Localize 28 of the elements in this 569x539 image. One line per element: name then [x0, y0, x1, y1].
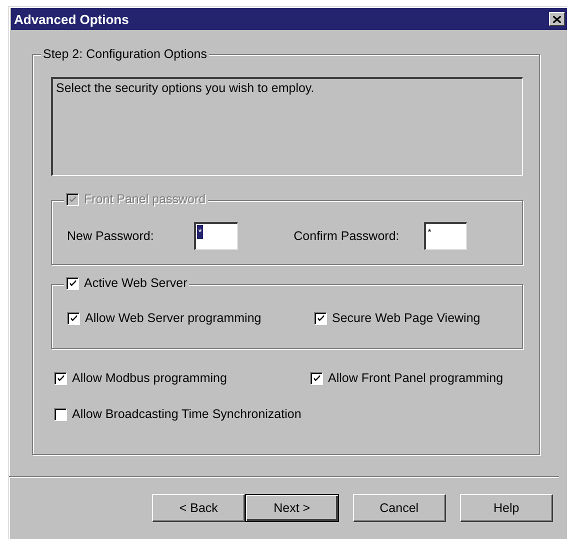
- checkbox[interactable]: [54, 408, 67, 420]
- checkbox[interactable]: [67, 312, 80, 324]
- dialog-button[interactable]: Next >: [245, 494, 338, 522]
- check-icon: [68, 195, 76, 203]
- close-button[interactable]: [549, 12, 565, 26]
- checkbox[interactable]: [54, 372, 67, 384]
- dialog-button[interactable]: Cancel: [352, 494, 446, 522]
- checkbox-label[interactable]: Allow Front Panel programming: [328, 370, 504, 386]
- checkbox-label[interactable]: Allow Broadcasting Time Synchronization: [72, 406, 302, 422]
- checkbox-label[interactable]: Secure Web Page Viewing: [332, 310, 480, 326]
- dialog-button[interactable]: < Back: [152, 494, 246, 522]
- group-title: Step 2: Configuration Options: [41, 46, 209, 62]
- field-label: Confirm Password:: [294, 229, 400, 243]
- checkbox-label[interactable]: Allow Web Server programming: [85, 310, 262, 326]
- window-title: Advanced Options: [14, 12, 129, 26]
- check-icon: [312, 374, 320, 382]
- check-icon: [70, 314, 78, 322]
- check-icon: [316, 314, 324, 322]
- dialog-button[interactable]: Help: [460, 494, 553, 522]
- field-label: New Password:: [67, 229, 155, 243]
- checkbox[interactable]: [66, 276, 79, 290]
- close-icon: [553, 16, 561, 22]
- check-icon: [56, 374, 64, 382]
- checkbox[interactable]: [310, 372, 323, 384]
- description-text: Select the security options you wish to employ.: [56, 81, 314, 95]
- checkbox[interactable]: [314, 312, 327, 324]
- checkbox-label[interactable]: Allow Modbus programming: [72, 370, 227, 386]
- check-icon: [68, 279, 76, 287]
